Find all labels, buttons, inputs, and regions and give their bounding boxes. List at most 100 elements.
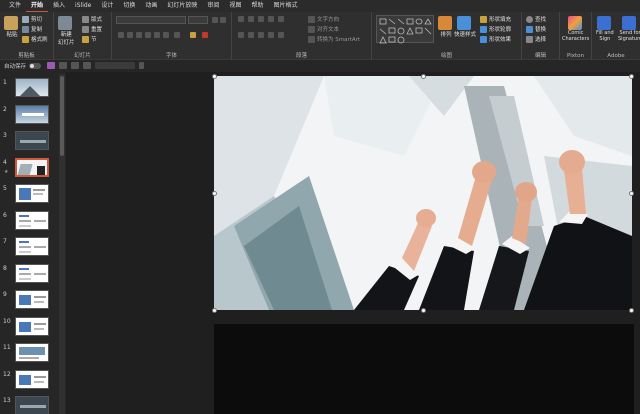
slide-photo[interactable] bbox=[214, 76, 632, 310]
slide-thumbnail[interactable]: 9 bbox=[0, 289, 60, 315]
italic-icon[interactable] bbox=[127, 32, 133, 38]
quick-styles-button[interactable]: 快速样式 bbox=[454, 16, 476, 38]
menu-tab[interactable]: 动画 bbox=[140, 0, 162, 12]
shape-outline-button[interactable]: 形状轮廓 bbox=[480, 25, 511, 33]
font-size-select[interactable] bbox=[188, 16, 208, 24]
slide-thumbnail[interactable]: 3 bbox=[0, 130, 60, 156]
slide-preview bbox=[15, 104, 49, 124]
new-slide-button[interactable]: 新建 幻灯片 bbox=[58, 16, 75, 46]
find-button[interactable]: 查找 bbox=[526, 15, 546, 23]
resize-handle-bl[interactable] bbox=[212, 308, 217, 313]
comic-characters-button[interactable]: Comic Characters bbox=[562, 16, 589, 42]
bullets-icon[interactable] bbox=[238, 16, 244, 22]
decrease-indent-icon[interactable] bbox=[258, 16, 264, 22]
align-text-button[interactable]: 对齐文本 bbox=[308, 25, 339, 33]
slide-thumbnail[interactable]: 6 bbox=[0, 210, 60, 236]
paragraph-label: 段落 bbox=[295, 53, 307, 59]
paste-icon bbox=[4, 16, 18, 30]
strikethrough-icon[interactable] bbox=[154, 32, 160, 38]
replace-button[interactable]: 替换 bbox=[526, 25, 546, 33]
resize-handle-tl[interactable] bbox=[212, 74, 217, 79]
line-spacing-icon[interactable] bbox=[278, 16, 284, 22]
shadow-icon[interactable] bbox=[145, 32, 151, 38]
columns-icon[interactable] bbox=[278, 32, 284, 38]
editing-group: 查找 替换 选择 编辑 bbox=[522, 12, 560, 60]
resize-handle-bc[interactable] bbox=[421, 308, 426, 313]
slide-thumbnail[interactable]: 1 bbox=[0, 77, 60, 103]
case-icon[interactable] bbox=[174, 32, 180, 38]
menu-tab[interactable]: 开始 bbox=[26, 0, 49, 12]
grow-font-icon[interactable] bbox=[212, 17, 218, 23]
resize-handle-ml[interactable] bbox=[212, 191, 217, 196]
slide-thumbnail[interactable]: 5 bbox=[0, 183, 60, 209]
resize-handle-tr[interactable] bbox=[629, 74, 634, 79]
align-right-icon[interactable] bbox=[258, 32, 264, 38]
cursor-icon bbox=[526, 35, 533, 43]
menu-tab[interactable]: 设计 bbox=[96, 0, 118, 12]
shapes-gallery[interactable] bbox=[376, 15, 434, 44]
slide-thumbnail[interactable]: 4 ★ bbox=[0, 157, 60, 183]
arrange-button[interactable]: 排列 bbox=[438, 16, 454, 38]
redo-icon[interactable] bbox=[71, 62, 80, 69]
text-direction-button[interactable]: 文字方向 bbox=[308, 15, 339, 23]
resize-handle-tc[interactable] bbox=[421, 74, 426, 79]
send-for-signature-button[interactable]: Send for Signature bbox=[618, 16, 640, 42]
present-icon[interactable] bbox=[83, 62, 92, 69]
reset-button[interactable]: 重置 bbox=[82, 25, 102, 33]
save-icon[interactable] bbox=[47, 62, 56, 69]
smartart-button[interactable]: 转换为 SmartArt bbox=[308, 35, 360, 43]
slide-thumbnail[interactable]: 10 bbox=[0, 316, 60, 342]
slide-thumbnail[interactable]: 12 bbox=[0, 369, 60, 395]
layout-button[interactable]: 版式 bbox=[82, 15, 102, 23]
slide-thumbnail[interactable]: 7 bbox=[0, 236, 60, 262]
autosave-toggle[interactable] bbox=[29, 62, 42, 69]
numbering-icon[interactable] bbox=[248, 16, 254, 22]
menu-tab[interactable]: 幻灯片放映 bbox=[162, 0, 202, 12]
menu-tab[interactable]: 帮助 bbox=[246, 0, 268, 12]
paste-button[interactable]: 粘贴 bbox=[4, 16, 20, 38]
font-color-icon[interactable] bbox=[202, 32, 208, 38]
select-button[interactable]: 选择 bbox=[526, 35, 546, 43]
copy-button[interactable]: 复制 bbox=[22, 25, 42, 33]
find-label: 查找 bbox=[535, 17, 547, 23]
slide-thumbnail[interactable]: 2 bbox=[0, 104, 60, 130]
slide-thumbnail[interactable]: 13 bbox=[0, 395, 60, 414]
menu-tab[interactable]: iSlide bbox=[70, 0, 96, 12]
fill-and-sign-button[interactable]: Fill and Sign bbox=[596, 16, 614, 42]
thumbnail-scrollbar[interactable] bbox=[59, 74, 65, 414]
ribbon: 粘贴 剪切 复制 格式刷 剪贴板 新建 幻灯片 版式 重置 节 幻灯片 字体 文… bbox=[0, 12, 640, 60]
scrollbar-thumb[interactable] bbox=[60, 76, 64, 156]
undo-icon[interactable] bbox=[59, 62, 68, 69]
new-slide-icon bbox=[58, 16, 73, 30]
menu-tab[interactable]: 审阅 bbox=[202, 0, 224, 12]
slide-thumbnail[interactable]: 11 bbox=[0, 342, 60, 368]
resize-handle-br[interactable] bbox=[629, 308, 634, 313]
cut-button[interactable]: 剪切 bbox=[22, 15, 42, 23]
font-name-select[interactable] bbox=[116, 16, 186, 24]
underline-icon[interactable] bbox=[136, 32, 142, 38]
shape-effects-button[interactable]: 形状效果 bbox=[480, 35, 511, 43]
menu-tab[interactable]: 图片格式 bbox=[268, 0, 302, 12]
adobe-label: Adobe bbox=[607, 53, 625, 59]
align-center-icon[interactable] bbox=[248, 32, 254, 38]
menu-tab[interactable]: 视图 bbox=[224, 0, 246, 12]
menu-tab[interactable]: 文件 bbox=[4, 0, 26, 12]
format-painter-button[interactable]: 格式刷 bbox=[22, 35, 48, 43]
spacing-icon[interactable] bbox=[163, 32, 169, 38]
shape-fill-button[interactable]: 形状填充 bbox=[480, 15, 511, 23]
next-slide-preview bbox=[214, 324, 634, 414]
menu-tab[interactable]: 插入 bbox=[48, 0, 70, 12]
resize-handle-mr[interactable] bbox=[629, 191, 634, 196]
section-button[interactable]: 节 bbox=[82, 35, 97, 43]
highlight-icon[interactable] bbox=[190, 32, 196, 38]
customize-qat-icon[interactable] bbox=[139, 62, 145, 69]
increase-indent-icon[interactable] bbox=[268, 16, 274, 22]
shrink-font-icon[interactable] bbox=[220, 17, 226, 23]
align-left-icon[interactable] bbox=[238, 32, 244, 38]
slide-preview bbox=[15, 78, 49, 97]
slide-thumbnail[interactable]: 8 bbox=[0, 263, 60, 289]
bold-icon[interactable] bbox=[118, 32, 124, 38]
justify-icon[interactable] bbox=[268, 32, 274, 38]
qat-field[interactable] bbox=[95, 62, 136, 69]
menu-tab[interactable]: 切换 bbox=[118, 0, 140, 12]
